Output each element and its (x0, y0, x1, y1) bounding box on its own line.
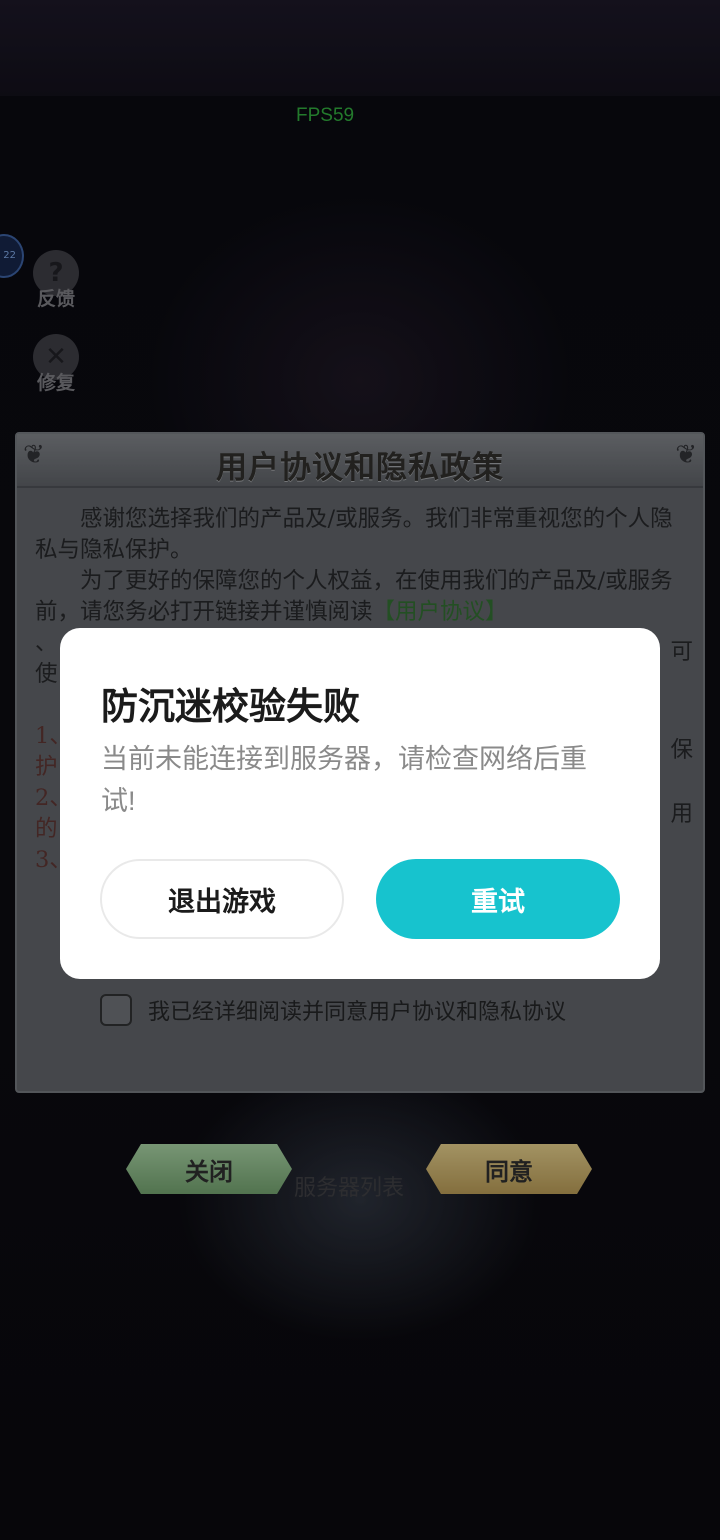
anti-addiction-dialog: 防沉迷校验失败 当前未能连接到服务器，请检查网络后重试! 退出游戏 重试 (60, 628, 660, 979)
retry-button[interactable]: 重试 (376, 859, 620, 939)
dialog-title: 防沉迷校验失败 (101, 686, 360, 727)
dialog-message: 当前未能连接到服务器，请检查网络后重试! (101, 744, 587, 816)
exit-game-button[interactable]: 退出游戏 (100, 859, 344, 939)
